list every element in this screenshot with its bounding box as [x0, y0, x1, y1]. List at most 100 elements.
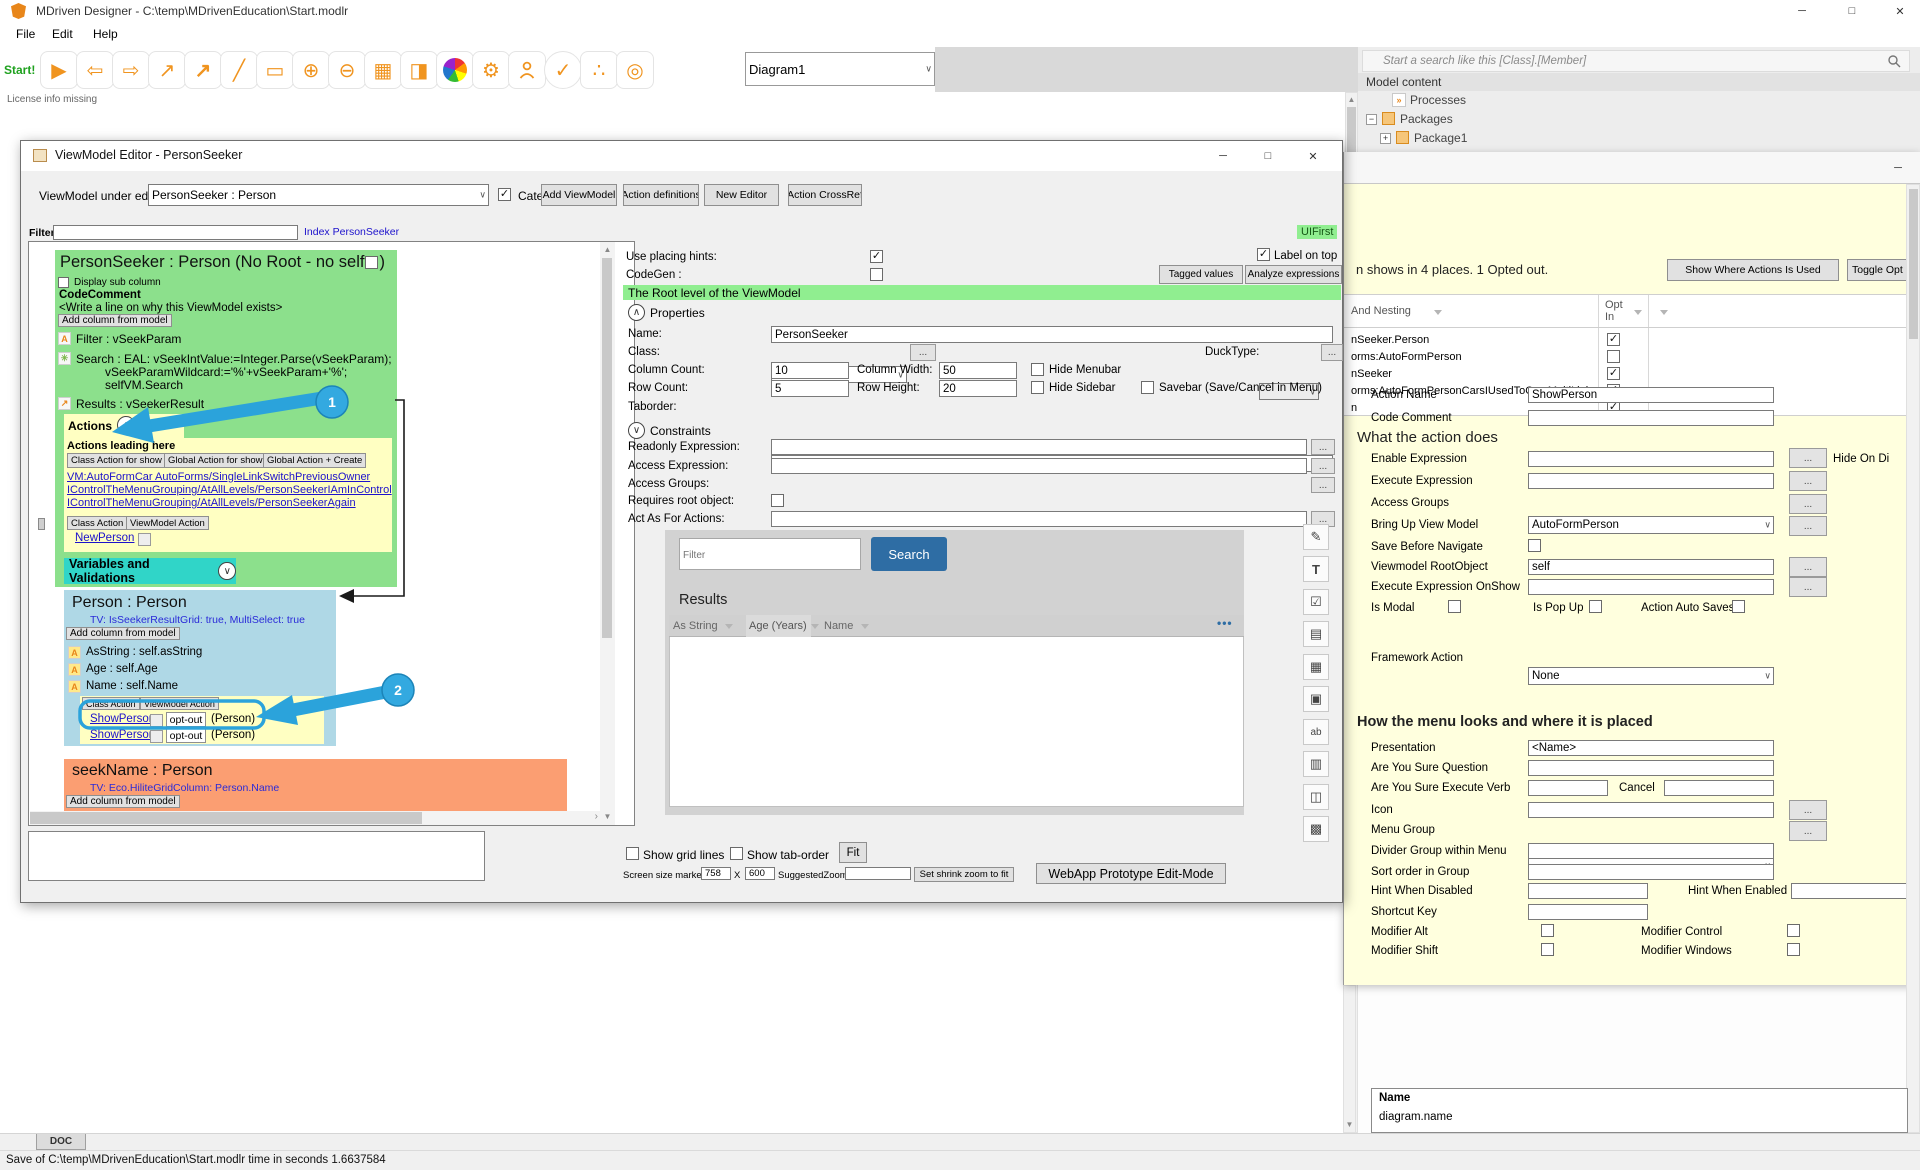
- play-icon[interactable]: ▶: [40, 51, 78, 89]
- opt-in-checkbox[interactable]: [1607, 333, 1620, 346]
- shortcut-key-field[interactable]: [1528, 904, 1648, 920]
- tagged-values-button[interactable]: Tagged values: [1159, 265, 1243, 284]
- column-filter[interactable]: Filter : vSeekParam: [76, 332, 181, 346]
- modifier-alt-checkbox[interactable]: [1541, 924, 1554, 937]
- usage-row[interactable]: orms:AutoFormPerson: [1351, 351, 1462, 363]
- menu-edit[interactable]: Edit: [52, 27, 73, 41]
- graph-nodes-icon[interactable]: ∴: [580, 51, 618, 89]
- codegen-checkbox[interactable]: [870, 268, 883, 281]
- tree-horizontal-scrollbar[interactable]: ›: [30, 811, 600, 825]
- presentation-field[interactable]: <Name>: [1528, 740, 1774, 756]
- sort-order-field[interactable]: [1528, 864, 1774, 880]
- class-action-button[interactable]: Class Action: [82, 697, 140, 710]
- action-auto-saves-checkbox[interactable]: [1732, 600, 1745, 613]
- label-on-top-checkbox[interactable]: [1257, 248, 1270, 261]
- show-where-actions-button[interactable]: Show Where Actions Is Used: [1667, 259, 1839, 281]
- row-count-field[interactable]: 5: [771, 380, 849, 397]
- select-frame-icon[interactable]: ▭: [256, 51, 294, 89]
- tree-vertical-scrollbar[interactable]: ▲ ▼: [600, 242, 615, 825]
- column-asstring[interactable]: AsString : self.asString: [86, 646, 202, 658]
- show-tab-order-checkbox[interactable]: [730, 847, 743, 860]
- display-sub-column-checkbox[interactable]: [58, 277, 69, 288]
- hide-sidebar-checkbox[interactable]: [1031, 381, 1044, 394]
- viewmodel-under-edit-select[interactable]: PersonSeeker : Person: [148, 184, 489, 206]
- column-age[interactable]: Age : self.Age: [86, 663, 158, 675]
- dock-scroll-down-icon[interactable]: ▼: [1344, 1119, 1355, 1131]
- window-maximize-button[interactable]: □: [1836, 2, 1868, 20]
- add-viewmodel-button[interactable]: Add ViewModel: [541, 184, 617, 206]
- tree-scroll-right-icon[interactable]: ›: [595, 811, 598, 822]
- column-width-field[interactable]: 50: [939, 362, 1017, 379]
- fit-button[interactable]: Fit: [839, 842, 867, 863]
- opt-out-button[interactable]: opt-out: [166, 728, 206, 743]
- root-self-checkbox[interactable]: [365, 256, 378, 269]
- analyze-expressions-button[interactable]: Analyze expressions: [1245, 265, 1342, 284]
- is-modal-checkbox[interactable]: [1448, 600, 1461, 613]
- global-action-create-button[interactable]: Global Action + Create: [263, 453, 366, 468]
- action-window-scroll-thumb[interactable]: [1909, 189, 1918, 339]
- opt-out-button[interactable]: opt-out: [166, 712, 206, 727]
- add-column-button[interactable]: Add column from model: [58, 314, 172, 327]
- generalization-arrow-icon[interactable]: ↗: [184, 51, 222, 89]
- readonly-expression-ellipsis-button[interactable]: ...: [1311, 439, 1335, 455]
- new-person-link[interactable]: NewPerson: [75, 532, 134, 544]
- calendar-component-icon[interactable]: ▦: [1303, 654, 1329, 680]
- window-run-icon[interactable]: ◨: [400, 51, 438, 89]
- act-as-for-actions-field[interactable]: [771, 511, 1307, 527]
- filter-funnel-icon[interactable]: [1660, 310, 1668, 315]
- hide-menubar-checkbox[interactable]: [1031, 363, 1044, 376]
- class-ellipsis-button[interactable]: ...: [910, 344, 936, 361]
- column-count-field[interactable]: 10: [771, 362, 849, 379]
- modifier-shift-checkbox[interactable]: [1541, 943, 1554, 956]
- enable-expression-field[interactable]: [1528, 451, 1774, 467]
- preview-grid-body[interactable]: [669, 637, 1244, 807]
- tab-doc[interactable]: DOC: [36, 1134, 86, 1150]
- association-arrow-icon[interactable]: ↗: [148, 51, 186, 89]
- nav-back-icon[interactable]: ⇦: [76, 51, 114, 89]
- action-link[interactable]: IControlTheMenuGrouping/AtAllLevels/Pers…: [67, 484, 392, 496]
- usage-row[interactable]: n: [1351, 402, 1357, 414]
- viewmodel-rootobject-ellipsis-button[interactable]: ...: [1789, 557, 1827, 577]
- person-grid-panel[interactable]: Person : Person TV: IsSeekerResultGrid: …: [64, 590, 336, 746]
- execute-expression-onshow-field[interactable]: [1528, 579, 1774, 595]
- add-column-button[interactable]: Add column from model: [66, 627, 180, 640]
- framework-action-select[interactable]: None: [1528, 667, 1774, 685]
- set-shrink-zoom-button[interactable]: Set shrink zoom to fit: [914, 867, 1014, 882]
- constraints-collapse-button[interactable]: ∨: [628, 422, 645, 439]
- code-comment-field[interactable]: [1528, 410, 1774, 426]
- seekname-panel[interactable]: seekName : Person TV: Eco.HiliteGridColu…: [64, 759, 567, 811]
- datagrid-component-icon[interactable]: ▩: [1303, 816, 1329, 842]
- are-you-sure-question-field[interactable]: [1528, 760, 1774, 776]
- filter-funnel-icon[interactable]: [1634, 310, 1642, 315]
- zoom-out-icon[interactable]: ⊖: [328, 51, 366, 89]
- nav-forward-icon[interactable]: ⇨: [112, 51, 150, 89]
- requires-root-object-checkbox[interactable]: [771, 494, 784, 507]
- opt-in-checkbox[interactable]: [1607, 350, 1620, 363]
- access-expression-field[interactable]: [771, 458, 1307, 474]
- enable-expression-ellipsis-button[interactable]: ...: [1789, 448, 1827, 468]
- column-name[interactable]: Name : self.Name: [86, 680, 178, 692]
- grid-component-icon[interactable]: ▥: [1303, 751, 1329, 777]
- model-search-box[interactable]: Start a search like this [Class].[Member…: [1362, 50, 1910, 72]
- access-groups-ellipsis-button[interactable]: ...: [1789, 494, 1827, 514]
- col-opt[interactable]: Opt: [1605, 299, 1623, 311]
- tree-scroll-up-icon[interactable]: ▲: [600, 244, 615, 256]
- access-groups-ellipsis-button[interactable]: ...: [1311, 477, 1335, 493]
- viewmodel-rootobject-field[interactable]: self: [1528, 559, 1774, 575]
- diagram-selector[interactable]: Diagram1: [745, 52, 935, 86]
- action-link[interactable]: VM:AutoFormCar AutoForms/SingleLinkSwitc…: [67, 471, 370, 483]
- menu-group-ellipsis-button[interactable]: ...: [1789, 821, 1827, 841]
- class-action-button[interactable]: Class Action: [67, 516, 127, 530]
- bring-up-view-model-select[interactable]: AutoFormPerson: [1528, 516, 1774, 534]
- viewmodel-action-button[interactable]: ViewModel Action: [140, 697, 219, 710]
- cancel-verb-field[interactable]: [1664, 780, 1774, 796]
- menu-help[interactable]: Help: [93, 27, 118, 41]
- icon-ellipsis-button[interactable]: ...: [1789, 800, 1827, 820]
- filter-funnel-icon[interactable]: [861, 624, 869, 629]
- savebar-checkbox[interactable]: [1141, 381, 1154, 394]
- preview-col-age[interactable]: Age (Years): [749, 620, 807, 632]
- divider-group-field[interactable]: [1528, 843, 1774, 859]
- hint-when-disabled-field[interactable]: [1528, 883, 1648, 899]
- preview-col-name[interactable]: Name: [824, 620, 853, 632]
- usage-row[interactable]: nSeeker: [1351, 368, 1392, 380]
